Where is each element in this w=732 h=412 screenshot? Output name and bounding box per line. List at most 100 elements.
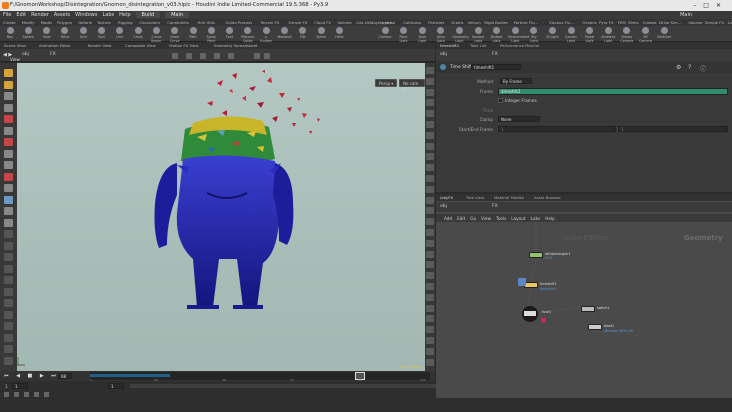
display-tool-icon[interactable] xyxy=(426,88,434,96)
shelf-tab[interactable]: Rigging xyxy=(118,20,132,25)
tab-obj-fx[interactable]: /obj/FX xyxy=(440,195,453,200)
viewport-tool-icon[interactable] xyxy=(4,264,13,273)
node-attribwrangler1[interactable] xyxy=(529,252,543,258)
render-icon[interactable] xyxy=(264,53,270,59)
shelf-tool[interactable]: Metaball xyxy=(278,27,292,41)
shelf-tool[interactable]: Draw Curve xyxy=(168,27,182,43)
viewport-tool-icon[interactable] xyxy=(4,80,13,89)
shelf-tab[interactable]: Modify xyxy=(22,20,35,25)
viewport-tool-icon[interactable] xyxy=(4,69,13,77)
display-tool-icon[interactable] xyxy=(426,175,434,182)
viewport-tool-icon[interactable] xyxy=(4,299,13,307)
range-start-field[interactable]: 1 xyxy=(12,383,28,389)
shelf-tool[interactable]: Geometry Light xyxy=(452,27,469,43)
shelf-tab[interactable]: Cloud FX xyxy=(314,20,331,25)
shelf-tool[interactable]: Camera xyxy=(378,27,392,41)
shelf-tab[interactable]: Legacy Pyr... xyxy=(728,20,732,25)
scene-pane-tab[interactable]: Geometry Spreadsheet xyxy=(214,43,258,48)
display-tool-icon[interactable] xyxy=(426,304,434,312)
shelf-tool[interactable]: Line xyxy=(113,27,127,41)
help-icon[interactable]: ? xyxy=(688,64,691,71)
display-tool-icon[interactable] xyxy=(426,315,434,323)
shelf-tab[interactable]: Collisions xyxy=(403,20,421,25)
display-tool-icon[interactable] xyxy=(426,164,434,172)
net-menu-go[interactable]: Go xyxy=(470,216,476,221)
display-tool-icon[interactable] xyxy=(426,239,434,247)
snapshot-icon[interactable] xyxy=(228,53,234,59)
shelf-tab[interactable]: Characters xyxy=(139,20,160,25)
scene-pane-tab[interactable]: Animation Editor xyxy=(39,43,71,48)
shelf-tab[interactable]: Volume xyxy=(688,20,702,25)
viewport-tool-icon[interactable] xyxy=(4,230,13,238)
viewport-tool-icon[interactable] xyxy=(4,253,13,261)
shelf-tool[interactable]: Font xyxy=(223,27,237,41)
param-path-fx[interactable]: FX xyxy=(492,52,498,57)
viewport-tool-icon[interactable] xyxy=(4,218,13,227)
frame-field[interactable]: $meshfs1 xyxy=(498,88,728,95)
shelf-tab[interactable]: Oceans xyxy=(583,20,597,25)
viewport-tool-icon[interactable] xyxy=(4,322,13,330)
shelf-tab[interactable]: Grains xyxy=(451,20,463,25)
display-tool-icon[interactable] xyxy=(426,196,434,204)
shelf-tool[interactable]: GI Light xyxy=(545,27,559,41)
net-menu-add[interactable]: Add xyxy=(444,216,452,221)
viewport-tool-icon[interactable] xyxy=(4,138,13,146)
desktop-selector[interactable]: Build xyxy=(135,12,161,18)
viewport-tool-icon[interactable] xyxy=(4,345,13,353)
shelf-tab[interactable]: Wires xyxy=(628,20,639,25)
handle-tool-icon[interactable] xyxy=(200,53,206,59)
display-tool-icon[interactable] xyxy=(426,142,434,150)
net-menu-layout[interactable]: Layout xyxy=(511,216,525,221)
shelf-tool[interactable]: Caustic Light xyxy=(564,27,578,43)
menu-help[interactable]: Help xyxy=(119,12,130,18)
end-frame-field[interactable]: 1 xyxy=(618,126,728,132)
status-icon-3[interactable] xyxy=(24,392,29,397)
net-path-obj[interactable]: obj xyxy=(440,204,447,209)
tab-timeshift1[interactable]: timeshift1 xyxy=(440,43,459,48)
menu-windows[interactable]: Windows xyxy=(75,12,97,18)
net-menu-labs[interactable]: Labs xyxy=(531,216,541,221)
viewport-path-obj[interactable]: obj xyxy=(22,52,29,57)
clamp-dropdown[interactable]: None xyxy=(498,116,540,122)
viewport-tool-icon[interactable] xyxy=(4,241,13,250)
shelf-tool[interactable]: Spot Light xyxy=(415,27,429,43)
timeline-track[interactable]: 1 24 48 72 96 120 xyxy=(90,372,430,382)
integer-frames-checkbox[interactable] xyxy=(498,98,503,103)
shelf-tool[interactable]: Area Light xyxy=(434,27,448,43)
shelf-tab[interactable]: Polygon xyxy=(57,20,72,25)
shelf-tool[interactable]: Spiral xyxy=(314,27,328,41)
start-frame-field[interactable]: 1 xyxy=(498,126,616,132)
node-blast1[interactable] xyxy=(588,324,602,330)
viewport-tool-icon[interactable] xyxy=(4,276,13,284)
display-tool-icon[interactable] xyxy=(426,337,434,344)
gear-icon[interactable]: ⚙ xyxy=(676,64,681,71)
display-tool-icon[interactable] xyxy=(426,261,434,269)
shelf-tool[interactable]: Platonic Solids xyxy=(241,27,255,43)
playback-controls[interactable]: ⏮ ◀ ■ ▶ ⏭ xyxy=(4,373,59,379)
scene-pane-tab[interactable]: Motion FX View xyxy=(169,43,198,48)
display-tool-icon[interactable] xyxy=(426,153,434,161)
tab-asset-browser[interactable]: Asset Browser xyxy=(534,195,561,200)
viewport-tool-icon[interactable] xyxy=(4,184,13,192)
viewport-tool-icon[interactable] xyxy=(4,161,13,169)
camera-icon[interactable] xyxy=(254,53,260,59)
viewport-tool-icon[interactable] xyxy=(4,149,13,158)
shelf-tool[interactable]: Circle xyxy=(131,27,145,41)
display-tool-icon[interactable] xyxy=(426,250,434,258)
display-tool-icon[interactable] xyxy=(426,272,434,280)
display-tool-icon[interactable] xyxy=(426,121,434,128)
shelf-tool[interactable]: Sphere xyxy=(21,27,35,41)
shelf-tab[interactable]: Simple FX xyxy=(705,20,724,25)
shelf-tool[interactable]: Switcher xyxy=(657,27,671,41)
display-tool-icon[interactable] xyxy=(426,77,434,85)
shelf-tab[interactable]: Vellum xyxy=(468,20,481,25)
display-tool-icon[interactable] xyxy=(426,326,434,334)
persp-button[interactable]: Persp ▾ xyxy=(375,79,398,87)
param-path-obj[interactable]: obj xyxy=(440,52,447,57)
display-tool-icon[interactable] xyxy=(426,358,434,366)
camera-button[interactable]: No cam ▾ xyxy=(399,79,425,93)
window-controls[interactable]: –□✕ xyxy=(693,0,728,11)
menu-render[interactable]: Render xyxy=(31,12,49,18)
shelf-tool[interactable]: Null xyxy=(95,27,109,41)
viewport-tool-icon[interactable] xyxy=(4,172,13,181)
